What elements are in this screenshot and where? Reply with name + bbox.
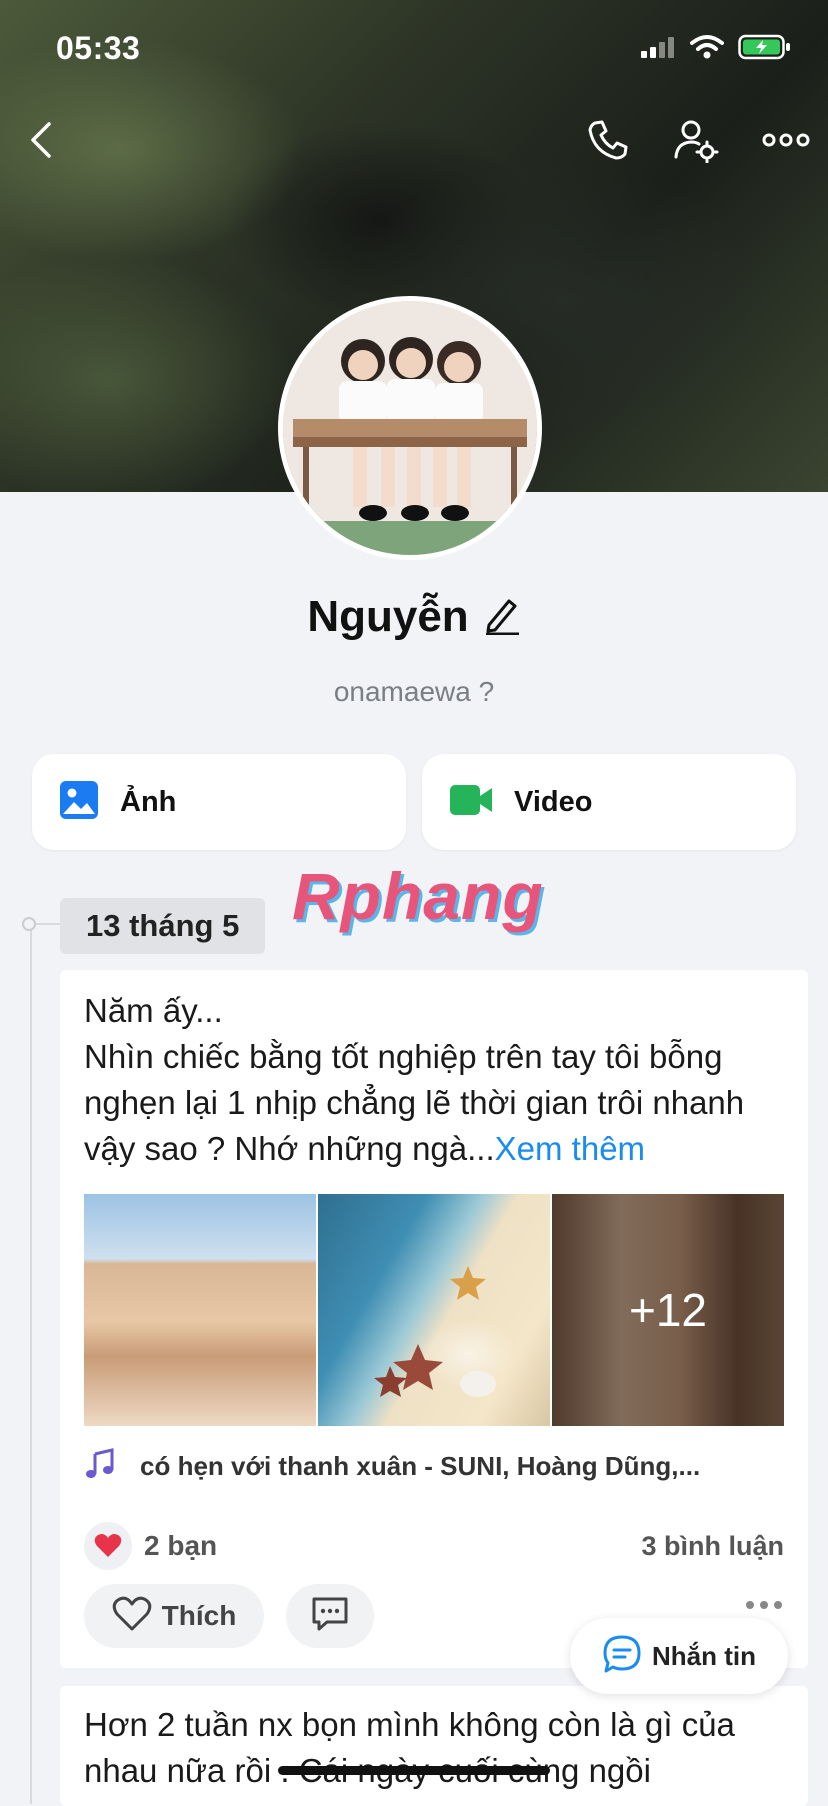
like-button[interactable]: Thích: [84, 1584, 264, 1648]
photo-icon: [60, 780, 98, 824]
back-button[interactable]: [12, 110, 72, 170]
post-card: Hơn 2 tuần nx bọn mình không còn là gì c…: [60, 1686, 808, 1806]
user-settings-icon[interactable]: [666, 110, 726, 170]
comment-count[interactable]: 3 bình luận: [641, 1531, 784, 1562]
videos-label: Video: [514, 785, 593, 818]
phone-icon[interactable]: [578, 110, 638, 170]
post-text[interactable]: Năm ấy... Nhìn chiếc bằng tốt nghiệp trê…: [84, 988, 796, 1172]
message-button[interactable]: Nhắn tin: [570, 1618, 788, 1694]
see-more-link[interactable]: Xem thêm: [495, 1130, 645, 1167]
watermark-logo: Rphang: [292, 859, 544, 933]
profile-bio: onamaewa ?: [333, 676, 495, 707]
song-title: có hẹn với thanh xuân - SUNI, Hoàng Dũng…: [140, 1451, 701, 1481]
edit-pencil-icon[interactable]: [483, 595, 521, 640]
more-options-icon[interactable]: [756, 110, 816, 170]
heart-outline-icon: [112, 1596, 152, 1637]
wifi-icon: [690, 34, 724, 65]
post-body: Năm ấy... Nhìn chiếc bằng tốt nghiệp trê…: [84, 992, 745, 1167]
cellular-signal-icon: [640, 35, 676, 64]
status-bar: 05:33: [0, 0, 828, 100]
music-row[interactable]: có hẹn với thanh xuân - SUNI, Hoàng Dũng…: [84, 1448, 784, 1485]
chat-bubble-icon: [602, 1634, 642, 1679]
videos-button[interactable]: Video: [422, 754, 796, 850]
reaction-count[interactable]: 2 bạn: [144, 1530, 217, 1562]
timeline-connector: [36, 923, 60, 925]
photos-button[interactable]: Ảnh: [32, 754, 406, 850]
video-icon: [450, 783, 492, 822]
home-indicator: [278, 1766, 550, 1775]
status-time: 05:33: [56, 30, 141, 66]
date-chip: 13 tháng 5: [60, 898, 266, 954]
music-note-icon: [84, 1448, 116, 1485]
photo-grid: +12: [84, 1194, 784, 1426]
profile-name-row: Nguyễn: [0, 592, 828, 642]
comment-button[interactable]: [286, 1584, 374, 1648]
photos-label: Ảnh: [120, 785, 177, 818]
message-label: Nhắn tin: [652, 1640, 756, 1671]
more-photos-count: +12: [628, 1284, 708, 1336]
post-photo[interactable]: [84, 1194, 316, 1426]
post-photo[interactable]: +12: [552, 1194, 784, 1426]
battery-charging-icon: [738, 34, 792, 65]
post-body[interactable]: Hơn 2 tuần nx bọn mình không còn là gì c…: [84, 1702, 796, 1794]
profile-name: Nguyễn: [307, 592, 469, 641]
post-more-icon[interactable]: [744, 1598, 784, 1618]
post-photo[interactable]: [318, 1194, 550, 1426]
like-label: Thích: [161, 1600, 237, 1631]
timeline-line: [30, 924, 32, 1804]
comment-icon: [310, 1595, 350, 1638]
post-card: Năm ấy... Nhìn chiếc bằng tốt nghiệp trê…: [60, 970, 808, 1668]
reaction-row: 2 bạn 3 bình luận: [84, 1518, 784, 1574]
avatar[interactable]: [278, 296, 542, 560]
heart-reaction-icon[interactable]: [84, 1522, 132, 1570]
timeline-dot: [22, 917, 36, 931]
